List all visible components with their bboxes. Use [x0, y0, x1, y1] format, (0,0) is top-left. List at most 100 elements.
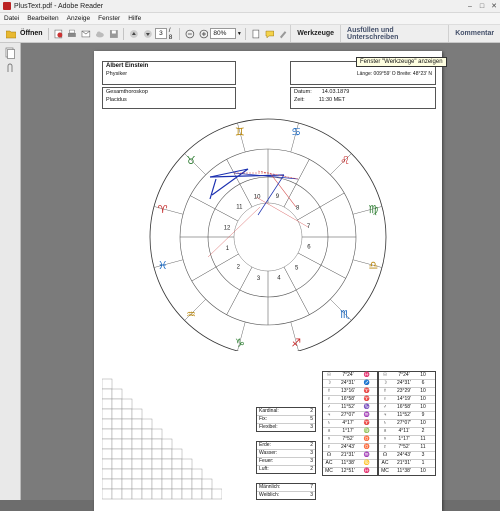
house-cusp: [226, 266, 253, 315]
planet-glyph: AC: [381, 460, 389, 466]
menu-bearbeiten[interactable]: Bearbeiten: [27, 15, 58, 22]
planet-row: ♄ 4°17' ♈: [323, 420, 377, 428]
aspect-grid-cell: [102, 408, 113, 420]
aspect-grid-cell: [151, 488, 163, 500]
planet-glyph: ♂: [383, 404, 387, 410]
aspect-grid-cell: [111, 468, 123, 480]
planet-glyph: ♇: [327, 444, 331, 450]
email-icon[interactable]: [81, 29, 91, 39]
planet-row: ☉ 7°24' ♓: [323, 372, 377, 380]
zodiac-sign-glyph: ♌: [340, 154, 350, 167]
menu-bar: Datei Bearbeiten Anzeige Fenster Hilfe: [0, 13, 500, 25]
element-label: Männlich:: [259, 484, 281, 490]
aspect-grid-cell: [102, 378, 113, 390]
window-title: PlusText.pdf - Adobe Reader: [14, 2, 104, 10]
panel-buttons: Werkzeuge Ausfüllen und Unterschreiben K…: [290, 25, 500, 42]
menu-hilfe[interactable]: Hilfe: [128, 15, 141, 22]
element-label: Feuer:: [259, 458, 274, 464]
aspect-line: [257, 174, 285, 216]
planet-glyph: ♃: [327, 412, 331, 418]
create-pdf-icon[interactable]: [54, 29, 64, 39]
menu-fenster[interactable]: Fenster: [98, 15, 120, 22]
planet-degree: 7°52': [398, 444, 410, 450]
zoom-select[interactable]: 80%: [210, 28, 236, 39]
planet-glyph: ☉: [326, 372, 332, 378]
aspect-grid-cell: [111, 428, 123, 440]
aspect-grid-cell: [171, 458, 183, 470]
aspect-grid-cell: [111, 438, 123, 450]
fit-page-icon[interactable]: [251, 29, 261, 39]
page-number-input[interactable]: 3: [155, 28, 167, 39]
element-row: Fix: 5: [257, 416, 315, 424]
pdf-page: Fenster "Werkzeuge" anzeigen Albert Eins…: [94, 51, 447, 511]
aspect-grid-cell: [151, 428, 163, 440]
element-label: Luft:: [259, 466, 269, 472]
zodiac-sign-glyph: ♑: [235, 336, 245, 349]
element-label: Kardinal:: [259, 408, 279, 414]
title-bar: PlusText.pdf - Adobe Reader – □ ✕: [0, 0, 500, 13]
aspect-grid-cell: [121, 438, 133, 450]
open-label: Öffnen: [20, 30, 43, 37]
element-value: 3: [310, 458, 313, 464]
element-row: Kardinal: 2: [257, 408, 315, 416]
next-page-icon[interactable]: [143, 29, 153, 39]
attachment-icon[interactable]: [4, 63, 16, 75]
comment-panel-button[interactable]: Kommentar: [448, 25, 500, 42]
zodiac-sign-glyph: ♓: [158, 259, 168, 272]
chevron-down-icon[interactable]: ▼: [237, 31, 242, 37]
planet-row: MC 11°38' 10: [379, 468, 435, 475]
planet-glyph: ♀: [327, 396, 331, 402]
zoom-in-icon[interactable]: [199, 29, 209, 39]
toolbar-separator: [244, 27, 246, 40]
aspect-grid-cell: [181, 478, 193, 490]
planet-row: ☿ 13°16' ♈: [323, 388, 377, 396]
planet-degree: 1°17': [342, 428, 354, 434]
planet-sign: ♓: [363, 468, 371, 474]
tools-panel-button[interactable]: Werkzeuge: [290, 25, 340, 42]
zodiac-sign-glyph: ♎: [368, 259, 378, 272]
aspect-grid-cell: [111, 418, 123, 430]
cloud-icon[interactable]: [95, 29, 105, 39]
aspect-grid-cell: [121, 428, 133, 440]
planet-glyph: ♄: [327, 420, 331, 426]
planet-sign: 3: [421, 452, 425, 458]
zodiac-sign-glyph: ♐: [291, 336, 301, 349]
aspect-grid-cell: [161, 468, 173, 480]
planet-degree: 12°51': [340, 468, 356, 474]
previous-page-icon[interactable]: [129, 29, 139, 39]
planet-row: ♇ 24°43' ♉: [323, 444, 377, 452]
print-icon[interactable]: [67, 29, 77, 39]
aspect-grid-cell: [102, 388, 113, 400]
planet-sign: 9: [421, 412, 425, 418]
document-area[interactable]: Fenster "Werkzeuge" anzeigen Albert Eins…: [21, 43, 500, 511]
planet-sign: 11: [420, 436, 426, 442]
maximize-icon[interactable]: □: [476, 1, 488, 11]
highlight-icon[interactable]: [278, 29, 288, 39]
fill-sign-panel-button[interactable]: Ausfüllen und Unterschreiben: [340, 25, 448, 42]
element-label: Weiblich:: [259, 492, 280, 498]
zoom-out-icon[interactable]: [185, 29, 195, 39]
menu-datei[interactable]: Datei: [4, 15, 19, 22]
planet-glyph: ☉: [382, 372, 388, 378]
aspect-grid-cell: [102, 398, 113, 410]
planet-glyph: ☽: [326, 380, 332, 386]
save-icon[interactable]: [109, 29, 119, 39]
menu-anzeige[interactable]: Anzeige: [67, 15, 91, 22]
page-thumbnails-icon[interactable]: [4, 47, 16, 59]
toolbar-separator: [123, 27, 125, 40]
planet-degree: 11°38': [341, 460, 355, 466]
aspect-grid-cell: [201, 478, 213, 490]
element-label: Flexibel:: [259, 424, 278, 430]
minimize-icon[interactable]: –: [464, 1, 476, 11]
planet-row: ☊ 21°31' ♒: [323, 452, 377, 460]
aspect-line: [209, 178, 217, 200]
comment-bubble-icon[interactable]: [265, 29, 275, 39]
planet-row: ♇ 7°52' 11: [379, 444, 435, 452]
house-cusp: [297, 192, 345, 221]
open-button[interactable]: Öffnen: [2, 27, 45, 40]
close-icon[interactable]: ✕: [488, 1, 500, 11]
aspect-grid-cell: [141, 448, 153, 460]
aspect-grid-cell: [121, 468, 133, 480]
aspect-grid-cell: [102, 458, 113, 470]
planet-glyph: ♀: [383, 396, 387, 402]
